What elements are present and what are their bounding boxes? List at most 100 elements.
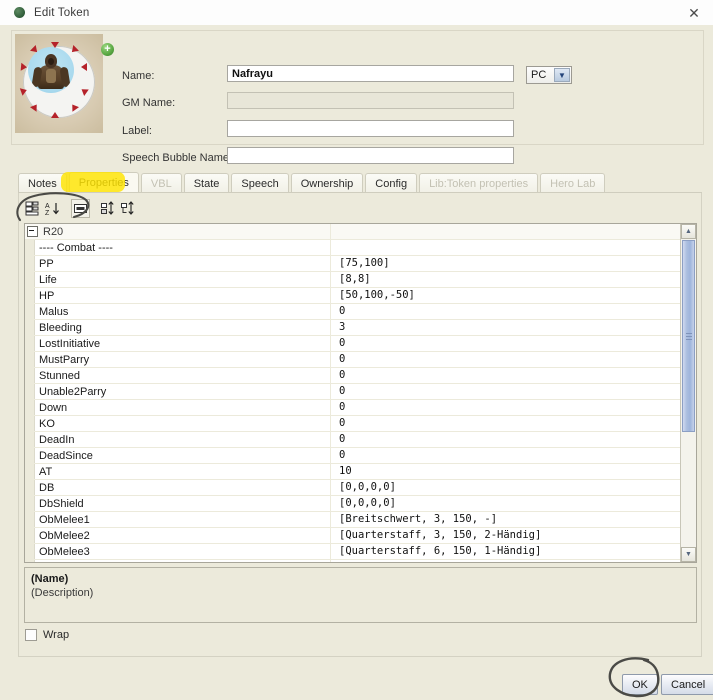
tab-speech[interactable]: Speech	[231, 173, 289, 193]
property-value[interactable]: 0	[330, 335, 681, 352]
property-group-row[interactable]: R20	[25, 224, 681, 240]
properties-rows-viewport: R20 ---- Combat ---- PP [75,100] Life [8…	[25, 224, 681, 562]
add-image-icon[interactable]: +	[101, 43, 114, 56]
property-name: Stunned	[39, 369, 80, 382]
property-name: HP	[39, 289, 55, 302]
property-value[interactable]: 10	[330, 463, 681, 480]
property-name: AT	[39, 465, 53, 478]
show-description-icon[interactable]	[71, 198, 90, 218]
tab-ownership[interactable]: Ownership	[290, 173, 364, 193]
property-value[interactable]: 0	[330, 431, 681, 448]
table-row[interactable]: ---- Combat ----	[25, 239, 681, 256]
table-row[interactable]: Life [8,8]	[25, 271, 681, 288]
scroll-down-icon[interactable]: ▼	[681, 547, 696, 562]
table-row[interactable]: Malus 0	[25, 303, 681, 320]
property-value[interactable]: [50,100,-50]	[330, 287, 681, 304]
table-row[interactable]: PP [75,100]	[25, 255, 681, 272]
table-row[interactable]: DbShield [0,0,0,0]	[25, 495, 681, 512]
property-name: MustParry	[39, 353, 90, 366]
property-value[interactable]: [-, 2, 150, -]	[330, 559, 681, 562]
property-value[interactable]: [0,0,0,0]	[330, 495, 681, 512]
wrap-checkbox[interactable]	[25, 629, 37, 641]
property-value[interactable]: 0	[330, 415, 681, 432]
dialog-footer: OK Cancel	[0, 665, 713, 700]
table-row[interactable]: Down 0	[25, 399, 681, 416]
property-value[interactable]: [Quarterstaff, 3, 150, 2-Händig]	[330, 527, 681, 544]
facing-marker-icon	[81, 63, 87, 71]
gm-name-label: GM Name:	[122, 97, 176, 109]
table-row[interactable]: DeadSince 0	[25, 447, 681, 464]
table-row[interactable]: MustParry 0	[25, 351, 681, 368]
property-value[interactable]: 0	[330, 351, 681, 368]
property-value[interactable]: [Breitschwert, 3, 150, -]	[330, 511, 681, 528]
property-value[interactable]: [Quarterstaff, 6, 150, 1-Händig]	[330, 543, 681, 560]
table-row[interactable]: Unable2Parry 0	[25, 383, 681, 400]
svg-text:A: A	[45, 203, 50, 210]
expand-all-icon[interactable]	[99, 199, 118, 218]
cancel-button[interactable]: Cancel	[661, 674, 713, 695]
table-row[interactable]: ObMelee4 [-, 2, 150, -]	[25, 559, 681, 562]
token-portrait[interactable]	[15, 34, 103, 133]
property-group-value	[330, 224, 681, 240]
figure-face	[48, 58, 54, 65]
wrap-label: Wrap	[43, 629, 70, 641]
property-value[interactable]: 0	[330, 399, 681, 416]
property-value[interactable]: [75,100]	[330, 255, 681, 272]
table-row[interactable]: Stunned 0	[25, 367, 681, 384]
alphabetical-sort-icon[interactable]: A Z	[43, 199, 62, 218]
label-input[interactable]	[227, 120, 514, 137]
table-row[interactable]: KO 0	[25, 415, 681, 432]
scroll-up-icon[interactable]: ▲	[681, 224, 696, 239]
speech-bubble-name-label: Speech Bubble Name:	[122, 152, 233, 164]
chevron-down-icon[interactable]: ▼	[554, 68, 570, 82]
properties-table[interactable]: R20 ---- Combat ---- PP [75,100] Life [8…	[24, 223, 697, 563]
collapse-expander-icon[interactable]	[27, 226, 38, 237]
speech-bubble-name-input[interactable]	[227, 147, 514, 164]
properties-toolbar: A Z	[23, 198, 139, 218]
property-value[interactable]: 0	[330, 447, 681, 464]
property-value[interactable]: 0	[330, 383, 681, 400]
table-row[interactable]: AT 10	[25, 463, 681, 480]
tab-properties[interactable]: Properties	[68, 172, 139, 193]
app-icon	[14, 7, 25, 18]
table-row[interactable]: Bleeding 3	[25, 319, 681, 336]
tab-state[interactable]: State	[183, 173, 230, 193]
wrap-checkbox-row[interactable]: Wrap	[25, 629, 69, 641]
gm-name-input[interactable]	[227, 92, 514, 109]
tab-config[interactable]: Config	[365, 173, 418, 193]
window-titlebar: Edit Token ✕	[0, 0, 713, 26]
tab-label: State	[193, 177, 220, 190]
property-value[interactable]: [8,8]	[330, 271, 681, 288]
property-value[interactable]: 0	[330, 303, 681, 320]
property-name: Bleeding	[39, 321, 82, 334]
property-value[interactable]: 3	[330, 319, 681, 336]
table-row[interactable]: DB [0,0,0,0]	[25, 479, 681, 496]
ok-button[interactable]: OK	[622, 674, 658, 695]
property-name: KO	[39, 417, 55, 430]
token-type-select[interactable]: PC ▼	[526, 66, 572, 84]
property-value[interactable]: 0	[330, 367, 681, 384]
property-description-text: (Description)	[31, 587, 94, 599]
tab-label: Hero Lab	[550, 177, 596, 190]
property-name: Unable2Parry	[39, 385, 107, 398]
tab-label: Config	[375, 177, 408, 190]
name-input[interactable]	[227, 65, 514, 82]
table-row[interactable]: HP [50,100,-50]	[25, 287, 681, 304]
table-row[interactable]: ObMelee3 [Quarterstaff, 6, 150, 1-Händig…	[25, 543, 681, 560]
properties-vertical-scrollbar[interactable]: ▲ ▼	[680, 224, 696, 562]
property-value[interactable]: [0,0,0,0]	[330, 479, 681, 496]
collapse-all-icon[interactable]	[119, 199, 138, 218]
tab-notes[interactable]: Notes	[18, 173, 67, 193]
close-icon[interactable]: ✕	[681, 3, 707, 23]
table-row[interactable]: ObMelee2 [Quarterstaff, 3, 150, 2-Händig…	[25, 527, 681, 544]
property-name: ObMelee3	[39, 545, 90, 558]
table-row[interactable]: LostInitiative 0	[25, 335, 681, 352]
property-value[interactable]	[330, 239, 681, 256]
scrollbar-thumb[interactable]	[682, 240, 695, 432]
facing-marker-icon	[51, 42, 59, 48]
categorized-sort-icon[interactable]	[23, 199, 42, 218]
table-row[interactable]: ObMelee1 [Breitschwert, 3, 150, -]	[25, 511, 681, 528]
tab-bar: Notes Properties VBL State Speech Owners…	[18, 171, 702, 193]
table-row[interactable]: DeadIn 0	[25, 431, 681, 448]
tab-vbl: VBL	[140, 173, 182, 193]
